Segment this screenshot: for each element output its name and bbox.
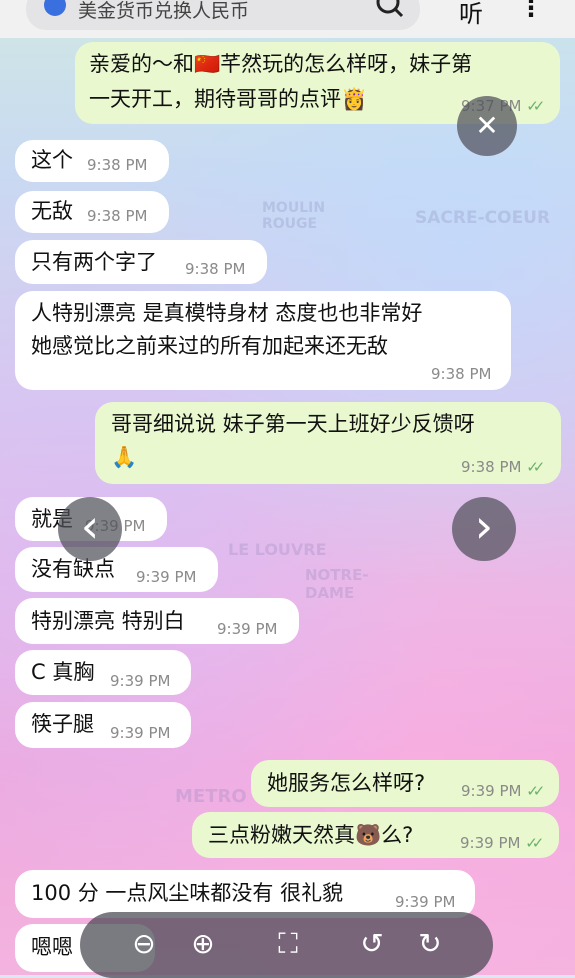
message-text: 特别漂亮 特别白 (31, 609, 185, 633)
next-image-button[interactable]: › (452, 497, 516, 561)
message-text: 三点粉嫩天然真🐻么? (208, 823, 414, 847)
message-text: 一天开工，期待哥哥的点评👸 (89, 87, 368, 111)
read-check-icon: ✓✓ (526, 782, 545, 800)
message-text: 筷子腿 (31, 712, 94, 736)
rotate-left-icon[interactable]: ↺ (354, 926, 390, 962)
wallpaper-text-moulin-rouge: MOULIN ROUGE (262, 200, 326, 232)
message-time: 9:39 PM (110, 724, 171, 742)
search-icon[interactable] (376, 0, 404, 22)
message-text: 哥哥细说说 妹子第一天上班好少反馈呀 (111, 412, 475, 436)
fullscreen-icon[interactable]: ⛶ (270, 926, 306, 962)
message-text: C 真胸 (31, 660, 95, 684)
message-text: 人特别漂亮 是真模特身材 态度也也非常好 (31, 301, 423, 325)
message-bubble-incoming[interactable]: 100 分 一点风尘味都没有 很礼貌 9:39 PM (15, 870, 475, 918)
message-bubble-incoming[interactable]: 人特别漂亮 是真模特身材 态度也也非常好 她感觉比之前来过的所有加起来还无敌 9… (15, 291, 511, 390)
message-bubble-incoming[interactable]: 这个 9:38 PM (15, 140, 169, 182)
message-text: 这个 (31, 148, 73, 172)
message-bubble-outgoing[interactable]: 三点粉嫩天然真🐻么? 9:39 PM ✓✓ (192, 812, 559, 858)
read-check-icon: ✓✓ (525, 834, 544, 852)
message-text: 亲爱的～和🇨🇳芊然玩的怎么样呀，妹子第 (89, 52, 473, 76)
wallpaper-text-sacre-coeur: SACRE-COEUR (415, 208, 551, 228)
message-bubble-incoming[interactable]: 筷子腿 9:39 PM (15, 702, 191, 748)
message-text: 100 分 一点风尘味都没有 很礼貌 (31, 881, 344, 905)
message-time: 9:39 PM (136, 568, 197, 586)
message-bubble-incoming[interactable]: C 真胸 9:39 PM (15, 650, 191, 695)
read-check-icon: ✓✓ (526, 97, 545, 115)
zoom-in-icon[interactable]: ⊕ (185, 926, 221, 962)
more-menu-icon[interactable]: ⋮ (519, 0, 543, 22)
browser-top-bar: 美金货币兑换人民币 听 ⋮ (0, 0, 575, 38)
message-time: 9:39 PM (110, 672, 171, 690)
prev-image-button[interactable]: ‹ (58, 497, 122, 561)
message-text: 只有两个字了 (31, 250, 157, 274)
message-time: 9:38 PM (87, 207, 148, 225)
message-text: 🙏 (111, 445, 138, 469)
message-bubble-outgoing[interactable]: 她服务怎么样呀? 9:39 PM ✓✓ (251, 760, 559, 807)
message-time: 9:38 PM ✓✓ (461, 458, 545, 476)
zoom-out-icon[interactable]: ⊖ (126, 926, 162, 962)
message-time: 9:39 PM ✓✓ (460, 834, 544, 852)
listen-button[interactable]: 听 (459, 0, 483, 29)
message-text: 她感觉比之前来过的所有加起来还无敌 (31, 334, 388, 358)
message-time: 9:38 PM (185, 260, 246, 278)
message-bubble-incoming[interactable]: 特别漂亮 特别白 9:39 PM (15, 598, 299, 644)
read-check-icon: ✓✓ (526, 458, 545, 476)
message-time: 9:38 PM (87, 156, 148, 174)
message-bubble-incoming[interactable]: 无敌 9:38 PM (15, 191, 169, 233)
message-time: 9:38 PM (431, 365, 492, 383)
search-query-text[interactable]: 美金货币兑换人民币 (78, 0, 249, 23)
message-bubble-outgoing[interactable]: 哥哥细说说 妹子第一天上班好少反馈呀 🙏 9:38 PM ✓✓ (95, 402, 561, 484)
wallpaper-text-metro: METRO (175, 786, 247, 807)
close-icon[interactable]: ✕ (457, 96, 517, 156)
message-text: 无敌 (31, 199, 73, 223)
image-viewer-toolbar: ⊖ ⊕ ⛶ ↺ ↻ (80, 912, 493, 978)
message-time: 9:39 PM (395, 893, 456, 911)
wallpaper-text-louvre: LE LOUVRE (228, 540, 327, 559)
message-bubble-incoming[interactable]: 只有两个字了 9:38 PM (15, 240, 267, 284)
wallpaper-text-notre-dame: NOTRE-DAME (305, 566, 369, 602)
message-bubble-incoming[interactable]: 没有缺点 9:39 PM (15, 547, 218, 592)
rotate-right-icon[interactable]: ↻ (412, 926, 448, 962)
message-text: 她服务怎么样呀? (267, 771, 426, 795)
message-text: 嗯嗯 (31, 935, 73, 959)
message-time: 9:39 PM ✓✓ (461, 782, 545, 800)
message-time: 9:39 PM (217, 620, 278, 638)
